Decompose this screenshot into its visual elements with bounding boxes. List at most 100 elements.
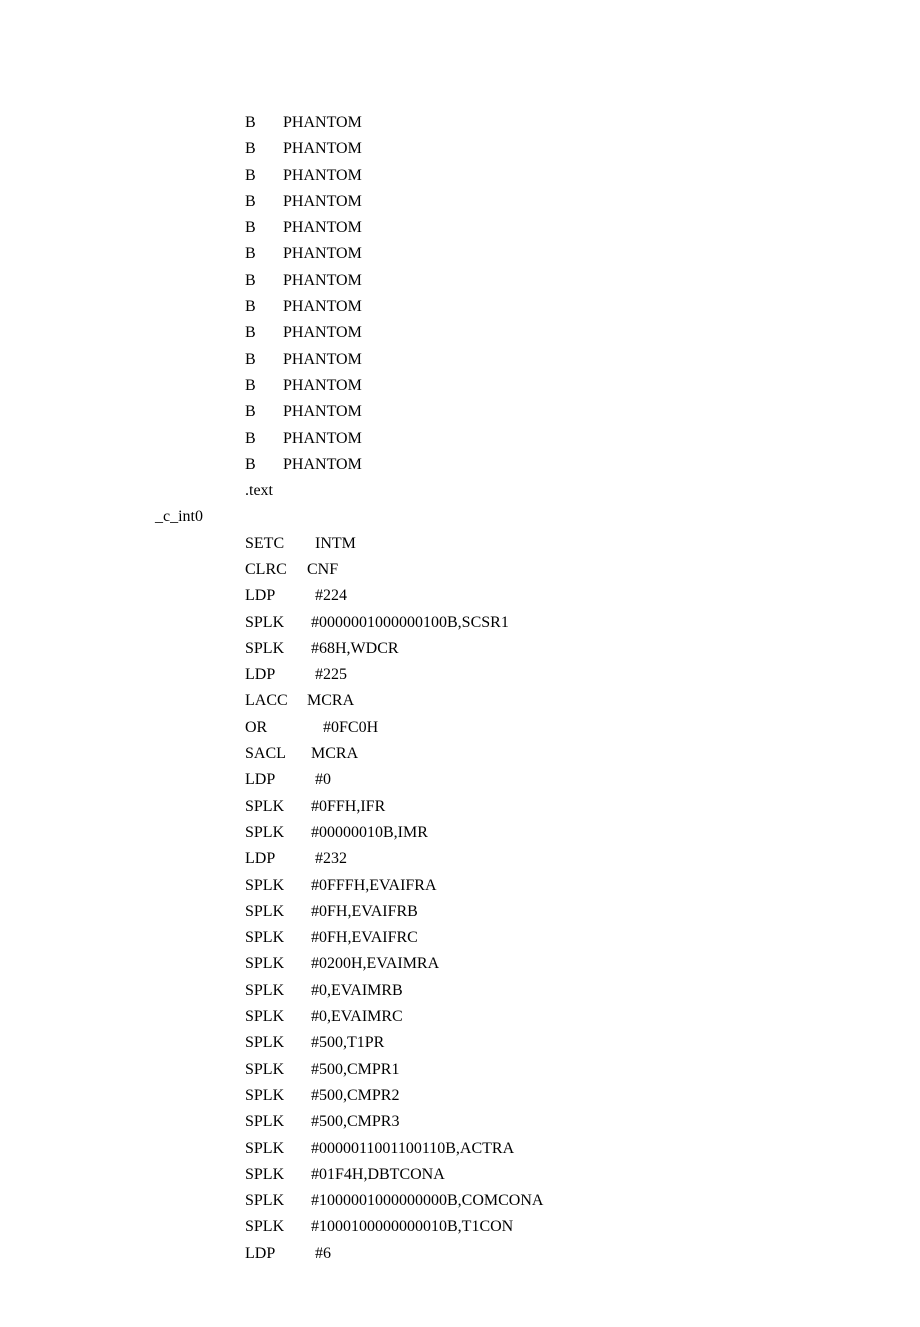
- code-line: LDP #225: [155, 662, 850, 688]
- code-operand: PHANTOM: [283, 452, 362, 478]
- code-opcode: SPLK: [245, 636, 307, 662]
- code-line: SPLK #0,EVAIMRC: [155, 1004, 850, 1030]
- code-opcode: SPLK: [245, 1136, 307, 1162]
- code-operand: PHANTOM: [283, 215, 362, 241]
- code-line: SPLK #500,CMPR3: [155, 1109, 850, 1135]
- code-line: SPLK #0FH,EVAIFRB: [155, 899, 850, 925]
- code-opcode: LDP: [245, 767, 307, 793]
- code-operand: PHANTOM: [283, 136, 362, 162]
- code-opcode: SPLK: [245, 1004, 307, 1030]
- code-opcode: B: [245, 373, 283, 399]
- code-opcode: SPLK: [245, 794, 307, 820]
- code-line: SPLK #68H,WDCR: [155, 636, 850, 662]
- code-opcode: LDP: [245, 1241, 307, 1267]
- code-operand: #232: [307, 846, 347, 872]
- code-opcode: SPLK: [245, 899, 307, 925]
- assembly-code-page: BPHANTOMBPHANTOMBPHANTOMBPHANTOMBPHANTOM…: [0, 0, 920, 1327]
- code-line: SPLK #01F4H,DBTCONA: [155, 1162, 850, 1188]
- code-opcode: SPLK: [245, 873, 307, 899]
- code-line: SPLK #0FFFH,EVAIFRA: [155, 873, 850, 899]
- code-operand: CNF: [307, 557, 338, 583]
- code-line: SPLK #1000001000000000B,COMCONA: [155, 1188, 850, 1214]
- code-opcode: .text: [245, 478, 307, 504]
- code-operand: #0000001000000100B,SCSR1: [307, 610, 509, 636]
- code-block: BPHANTOMBPHANTOMBPHANTOMBPHANTOMBPHANTOM…: [155, 110, 850, 1267]
- code-operand: #500,CMPR2: [307, 1083, 399, 1109]
- code-opcode: SACL: [245, 741, 307, 767]
- code-operand: PHANTOM: [283, 241, 362, 267]
- code-operand: #0FC0H: [307, 715, 378, 741]
- code-operand: MCRA: [307, 688, 354, 714]
- code-line: BPHANTOM: [155, 136, 850, 162]
- code-opcode: SPLK: [245, 1188, 307, 1214]
- code-opcode: SPLK: [245, 1083, 307, 1109]
- code-line: _c_int0: [155, 504, 850, 530]
- code-opcode: SPLK: [245, 820, 307, 846]
- code-line: BPHANTOM: [155, 268, 850, 294]
- code-line: BPHANTOM: [155, 452, 850, 478]
- code-operand: #01F4H,DBTCONA: [307, 1162, 445, 1188]
- code-opcode: B: [245, 268, 283, 294]
- code-operand: PHANTOM: [283, 189, 362, 215]
- code-line: SACL MCRA: [155, 741, 850, 767]
- code-line: SPLK #0,EVAIMRB: [155, 978, 850, 1004]
- code-operand: PHANTOM: [283, 373, 362, 399]
- code-operand: #0FH,EVAIFRB: [307, 899, 418, 925]
- code-label: _c_int0: [155, 504, 203, 530]
- code-opcode: SPLK: [245, 610, 307, 636]
- code-opcode: SPLK: [245, 1057, 307, 1083]
- code-line: BPHANTOM: [155, 241, 850, 267]
- code-line: BPHANTOM: [155, 426, 850, 452]
- code-line: LDP #224: [155, 583, 850, 609]
- code-opcode: SPLK: [245, 951, 307, 977]
- code-line: OR #0FC0H: [155, 715, 850, 741]
- code-line: SPLK #500,CMPR1: [155, 1057, 850, 1083]
- code-operand: #500,T1PR: [307, 1030, 384, 1056]
- code-opcode: LDP: [245, 846, 307, 872]
- code-operand: PHANTOM: [283, 426, 362, 452]
- code-opcode: OR: [245, 715, 307, 741]
- code-operand: PHANTOM: [283, 399, 362, 425]
- code-opcode: B: [245, 215, 283, 241]
- code-opcode: CLRC: [245, 557, 307, 583]
- code-operand: MCRA: [307, 741, 358, 767]
- code-operand: PHANTOM: [283, 294, 362, 320]
- code-opcode: B: [245, 189, 283, 215]
- code-line: SPLK #500,CMPR2: [155, 1083, 850, 1109]
- code-operand: #1000001000000000B,COMCONA: [307, 1188, 543, 1214]
- code-operand: INTM: [307, 531, 356, 557]
- code-opcode: LDP: [245, 662, 307, 688]
- code-line: LDP #6: [155, 1241, 850, 1267]
- code-opcode: SPLK: [245, 1214, 307, 1240]
- code-opcode: SETC: [245, 531, 307, 557]
- code-line: BPHANTOM: [155, 215, 850, 241]
- code-operand: #0,EVAIMRC: [307, 1004, 403, 1030]
- code-line: CLRCCNF: [155, 557, 850, 583]
- code-line: SPLK #0000001000000100B,SCSR1: [155, 610, 850, 636]
- code-opcode: B: [245, 163, 283, 189]
- code-opcode: B: [245, 320, 283, 346]
- code-line: BPHANTOM: [155, 189, 850, 215]
- code-line: LDP #232: [155, 846, 850, 872]
- code-opcode: SPLK: [245, 1030, 307, 1056]
- code-operand: #0FFFH,EVAIFRA: [307, 873, 437, 899]
- code-line: BPHANTOM: [155, 294, 850, 320]
- code-opcode: SPLK: [245, 1109, 307, 1135]
- code-operand: #1000100000000010B,T1CON: [307, 1214, 513, 1240]
- code-line: SETC INTM: [155, 531, 850, 557]
- code-operand: #224: [307, 583, 347, 609]
- code-opcode: SPLK: [245, 925, 307, 951]
- code-operand: #0FFH,IFR: [307, 794, 385, 820]
- code-opcode: SPLK: [245, 978, 307, 1004]
- code-opcode: B: [245, 399, 283, 425]
- code-operand: #0,EVAIMRB: [307, 978, 403, 1004]
- code-opcode: B: [245, 110, 283, 136]
- code-line: SPLK #0000011001100110B,ACTRA: [155, 1136, 850, 1162]
- code-operand: #0FH,EVAIFRC: [307, 925, 418, 951]
- code-line: SPLK #00000010B,IMR: [155, 820, 850, 846]
- code-operand: PHANTOM: [283, 110, 362, 136]
- code-opcode: SPLK: [245, 1162, 307, 1188]
- code-line: SPLK #0FH,EVAIFRC: [155, 925, 850, 951]
- code-line: BPHANTOM: [155, 399, 850, 425]
- code-operand: #225: [307, 662, 347, 688]
